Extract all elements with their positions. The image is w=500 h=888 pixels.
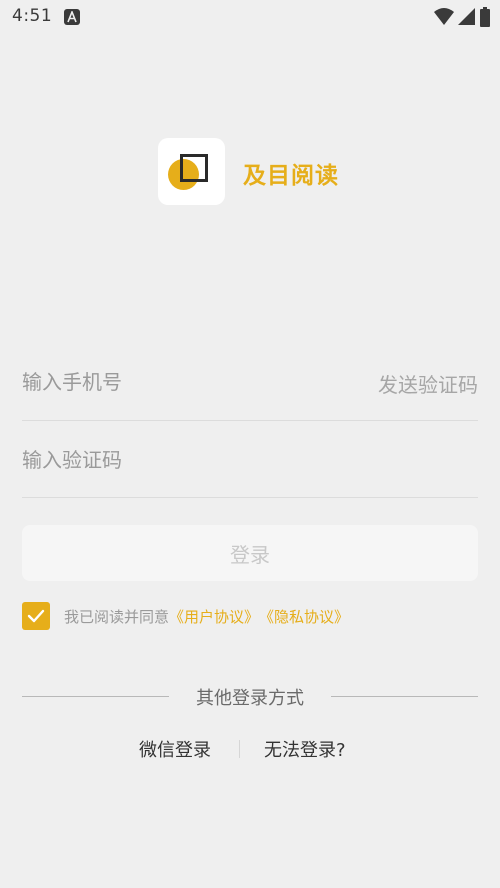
battery-icon	[480, 7, 490, 31]
privacy-policy-link[interactable]: 《隐私协议》	[259, 606, 349, 627]
code-input[interactable]	[22, 434, 342, 486]
app-name: 及目阅读	[243, 163, 339, 189]
agreement-checkbox[interactable]	[22, 602, 50, 630]
checkmark-icon	[27, 609, 45, 623]
send-code-button[interactable]: 发送验证码	[378, 369, 478, 398]
login-button[interactable]: 登录	[22, 525, 478, 581]
code-field-row	[22, 434, 478, 498]
user-agreement-link[interactable]: 《用户协议》	[169, 606, 259, 627]
wifi-icon	[434, 8, 454, 30]
cant-login-link[interactable]: 无法登录?	[264, 736, 346, 762]
a-letter-icon	[64, 9, 80, 25]
link-separator	[239, 740, 240, 758]
logo-square	[180, 154, 208, 182]
status-time: 4:51	[12, 6, 53, 26]
other-login-links: 微信登录 无法登录?	[0, 736, 500, 764]
status-icons	[434, 7, 490, 31]
signal-icon	[458, 8, 476, 30]
app-logo	[158, 138, 225, 205]
wechat-login-link[interactable]: 微信登录	[139, 736, 211, 762]
other-login-divider: 其他登录方式	[22, 683, 478, 709]
phone-field-row: 发送验证码	[22, 357, 478, 421]
status-bar: 4:51	[0, 0, 500, 34]
other-login-title: 其他登录方式	[196, 688, 304, 709]
divider-line-right	[331, 696, 478, 697]
phone-input[interactable]	[22, 357, 342, 407]
agreement-text: 我已阅读并同意	[64, 607, 170, 626]
agreement-row: 我已阅读并同意 《用户协议》 《隐私协议》	[22, 602, 349, 630]
